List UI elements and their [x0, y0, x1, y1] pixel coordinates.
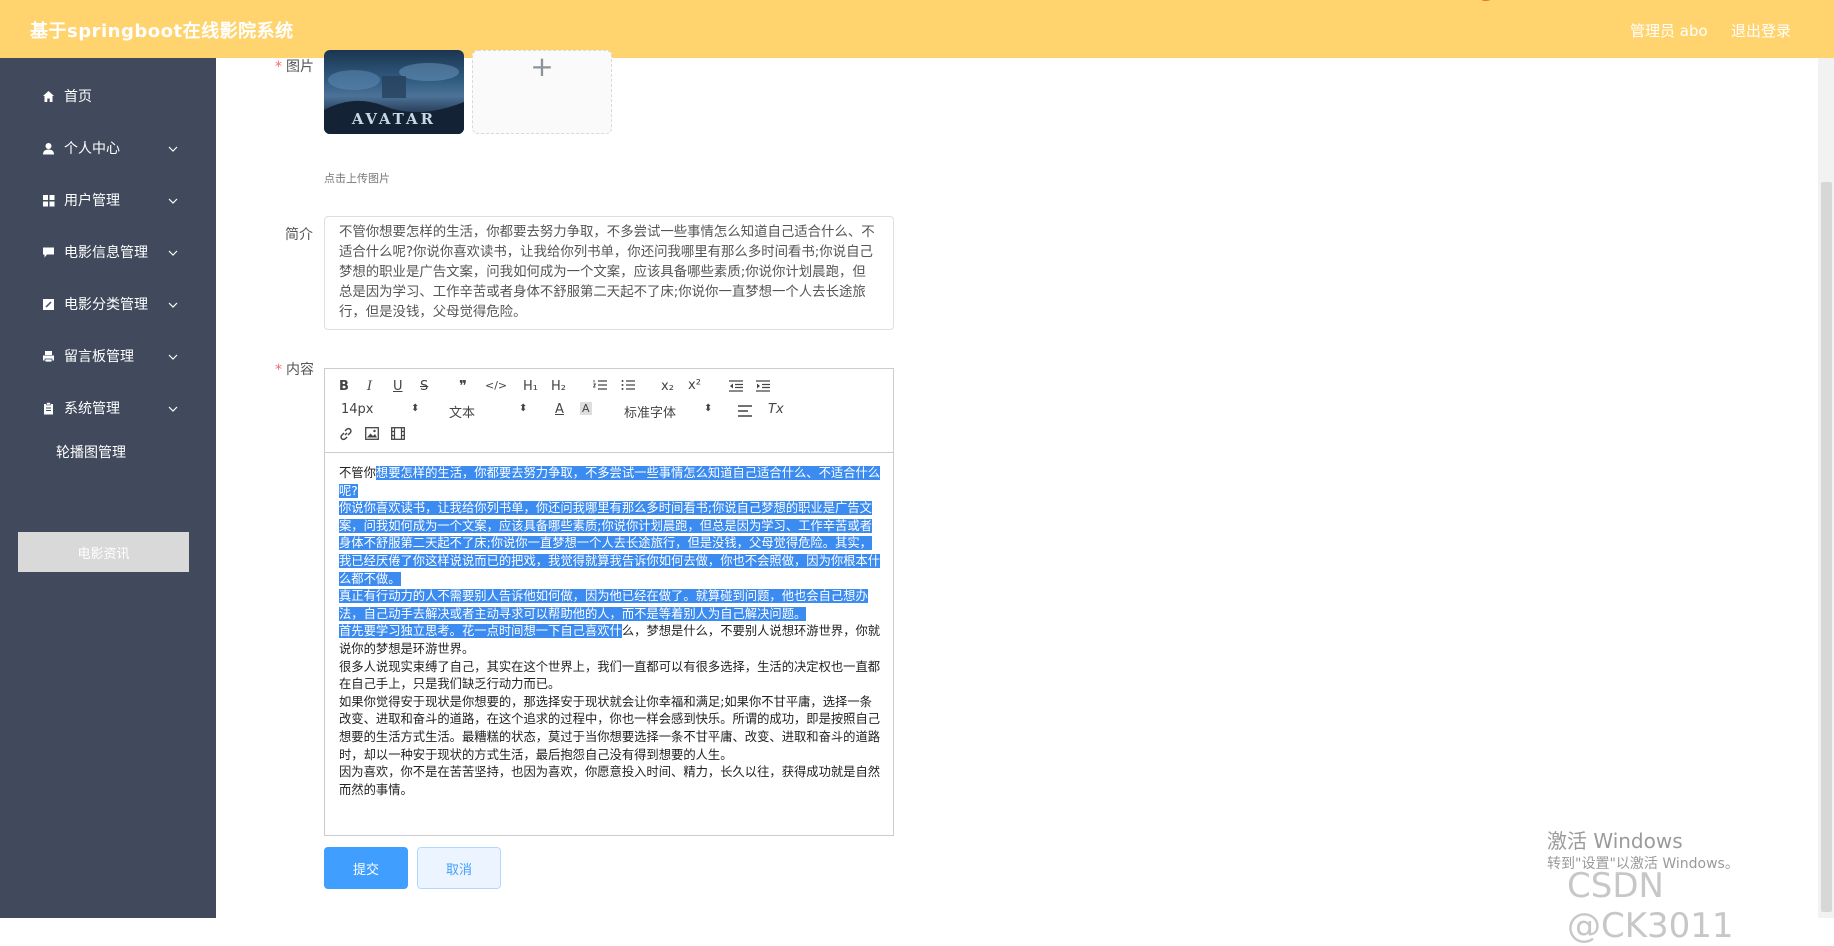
printer-icon [42, 350, 55, 363]
page-scrollbar-thumb[interactable] [1821, 182, 1832, 912]
select-arrows-icon: ⬍ [704, 403, 713, 414]
top-header: 基于springboot在线影院系统 管理员 abo 退出登录 [0, 0, 1834, 58]
sidebar-item-label: 个人中心 [64, 141, 120, 157]
app-title: 基于springboot在线影院系统 [30, 21, 294, 42]
selected-text: 首先要学习独立思考。花一点时间想一下自己喜欢什 [339, 624, 622, 639]
selected-text: 你说你喜欢读书，让我给你列书单，你还问我哪里有那么多时间看书;你说自己梦想的职业… [339, 501, 881, 586]
logout-link[interactable]: 退出登录 [1731, 20, 1791, 41]
required-mark: * [275, 59, 282, 75]
sidebar-subitem-movie-news[interactable]: 电影资讯 [18, 532, 189, 572]
subscript-button[interactable]: x₂ [661, 379, 674, 394]
italic-button[interactable]: I [367, 379, 372, 394]
clipboard-icon [42, 401, 55, 415]
sidebar-item-label: 首页 [64, 89, 92, 105]
editor-paragraph: 真正有行动力的人不需要别人告诉他如何做，因为他已经在做了。就算碰到问题，他也会自… [339, 588, 884, 623]
sidebar-item-message-board[interactable]: 留言板管理 [0, 332, 216, 380]
sidebar-item-movie-category[interactable]: 电影分类管理 [0, 280, 216, 328]
browser-extension-logo-icon [1481, 0, 1491, 1]
editor-paragraph: 不管你想要怎样的生活，你都要去努力争取，不多尝试一些事情怎么知道自己适合什么、不… [339, 466, 881, 498]
font-size-value: 14px [341, 402, 374, 417]
user-icon [42, 142, 55, 155]
windows-activation-title: 激活 Windows [1547, 829, 1683, 853]
select-arrows-icon: ⬍ [411, 403, 420, 414]
sidebar-item-label: 系统管理 [64, 401, 120, 417]
uploaded-image-thumbnail[interactable]: AVATAR [324, 50, 464, 134]
sidebar-item-personal-center[interactable]: 个人中心 [0, 124, 216, 172]
sidebar-item-label: 留言板管理 [64, 349, 134, 365]
indent-icon[interactable] [756, 380, 770, 396]
sidebar-subitem-label: 轮播图管理 [56, 445, 126, 461]
sidebar-item-label: 用户管理 [64, 193, 120, 209]
upload-image-button[interactable]: + [472, 50, 612, 134]
intro-field-label: 简介 [285, 227, 313, 243]
underline-button[interactable]: U [393, 379, 403, 394]
image-icon[interactable] [365, 427, 379, 444]
chevron-down-icon [168, 348, 178, 364]
editor-toolbar: B I U S ❞ </> H₁ H₂ x₂ x² 14px ⬍ 文本 ⬍ A … [325, 369, 893, 453]
bullet-list-icon[interactable] [621, 379, 635, 395]
link-icon[interactable] [339, 427, 353, 445]
editor-content[interactable]: 不管你想要怎样的生活，你都要去努力争取，不多尝试一些事情怎么知道自己适合什么、不… [339, 465, 884, 799]
font-family-select[interactable]: 标准字体 ⬍ [624, 402, 714, 421]
csdn-watermark: CSDN @CK3011 [1567, 866, 1734, 946]
clear-format-button[interactable]: Tx [768, 402, 784, 417]
align-icon[interactable] [738, 405, 752, 421]
chevron-down-icon [168, 244, 178, 260]
chevron-down-icon [168, 140, 178, 156]
intro-textarea[interactable]: 不管你想要怎样的生活，你都要去努力争取，不多尝试一些事情怎么知道自己适合什么、不… [324, 216, 894, 330]
sidebar-item-system-management[interactable]: 系统管理 [0, 384, 216, 432]
edit-icon [42, 298, 55, 311]
outdent-icon[interactable] [729, 380, 743, 396]
image-field-label: * 图片 [275, 59, 314, 75]
header-select[interactable]: 文本 ⬍ [449, 402, 529, 421]
current-user: 管理员 abo [1630, 22, 1708, 40]
selected-text: 真正有行动力的人不需要别人告诉他如何做，因为他已经在做了。就算碰到问题，他也会自… [339, 589, 868, 621]
code-block-button[interactable]: </> [485, 379, 507, 392]
editor-paragraph: 很多人说现实束缚了自己，其实在这个世界上，我们一直都可以有很多选择，生活的决定权… [339, 659, 881, 692]
heading2-button[interactable]: H₂ [551, 379, 566, 394]
grid-icon [42, 194, 55, 207]
heading1-button[interactable]: H₁ [523, 379, 538, 394]
video-icon[interactable] [391, 427, 405, 444]
bold-button[interactable]: B [339, 379, 349, 394]
selected-text: 想要怎样的生活，你都要去努力争取，不多尝试一些事情怎么知道自己适合什么、不适合什… [339, 466, 881, 498]
chevron-down-icon [168, 192, 178, 208]
ordered-list-icon[interactable] [592, 379, 607, 395]
required-mark: * [275, 362, 282, 378]
header-value: 文本 [449, 406, 476, 421]
upload-tip: 点击上传图片 [324, 172, 390, 185]
sidebar-item-user-management[interactable]: 用户管理 [0, 176, 216, 224]
sidebar-item-label: 电影信息管理 [64, 245, 148, 261]
home-icon [42, 90, 55, 103]
sidebar-item-home[interactable]: 首页 [0, 72, 216, 120]
sidebar-item-movie-info[interactable]: 电影信息管理 [0, 228, 216, 276]
plus-icon: + [530, 50, 554, 83]
sidebar: 首页 个人中心 用户管理 电影信息管理 电影分类管理 留言板管理 系统管理 轮播… [0, 58, 216, 918]
chevron-down-icon [168, 296, 178, 312]
blockquote-button[interactable]: ❞ [459, 377, 467, 395]
editor-paragraph: 如果你觉得安于现状是你想要的，那选择安于现状就会让你幸福和满足;如果你不甘平庸，… [339, 694, 881, 762]
editor-paragraph: 因为喜欢，你不是在苦苦坚持，也因为喜欢，你愿意投入时间、精力，长久以往，获得成功… [339, 765, 881, 797]
content-field-label: * 内容 [275, 362, 314, 378]
font-size-select[interactable]: 14px ⬍ [341, 402, 421, 417]
submit-button[interactable]: 提交 [324, 847, 408, 889]
image-caption: AVATAR [351, 110, 437, 128]
font-color-button[interactable]: A [555, 402, 564, 417]
chevron-down-icon [168, 400, 178, 416]
sidebar-subitem-label: 电影资讯 [77, 546, 130, 562]
superscript-button[interactable]: x² [688, 378, 701, 393]
rich-text-editor[interactable]: B I U S ❞ </> H₁ H₂ x₂ x² 14px ⬍ 文本 ⬍ A … [324, 368, 894, 836]
sidebar-subitem-carousel[interactable]: 轮播图管理 [0, 432, 216, 472]
comment-icon [42, 246, 55, 259]
background-color-button[interactable]: A [580, 402, 592, 415]
strike-button[interactable]: S [420, 379, 428, 394]
cancel-button[interactable]: 取消 [417, 847, 501, 889]
editor-paragraph: 首先要学习独立思考。花一点时间想一下自己喜欢什么，梦想是什么，不要别人说想环游世… [339, 624, 881, 656]
editor-paragraph: 你说你喜欢读书，让我给你列书单，你还问我哪里有那么多时间看书;你说自己梦想的职业… [339, 500, 884, 588]
font-family-value: 标准字体 [624, 406, 677, 421]
select-arrows-icon: ⬍ [519, 403, 528, 414]
sidebar-item-label: 电影分类管理 [64, 297, 148, 313]
